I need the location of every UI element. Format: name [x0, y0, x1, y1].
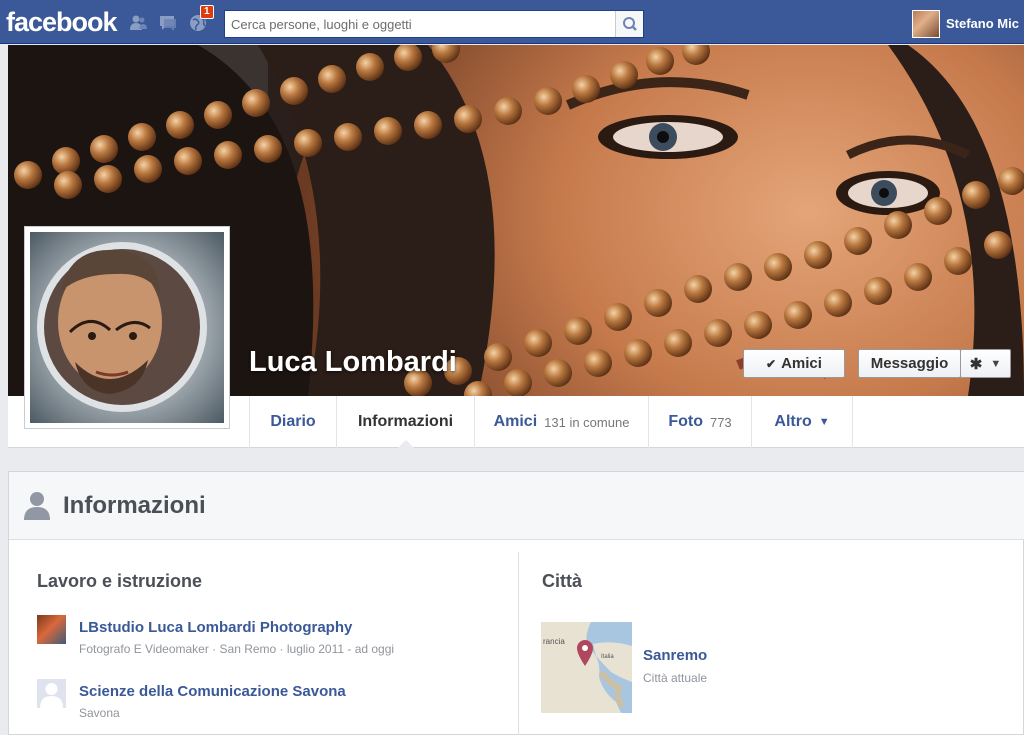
person-icon — [24, 492, 50, 520]
work-entry-detail: Fotografo E Videomaker · San Remo · lugl… — [79, 642, 395, 656]
profile-picture[interactable] — [24, 226, 230, 429]
search-icon — [623, 17, 637, 31]
friends-icon[interactable] — [128, 13, 148, 33]
info-header: Informazioni — [9, 472, 1024, 540]
work-entry-link[interactable]: LBstudio Luca Lombardi Photography — [79, 619, 352, 636]
tab-label: Amici — [493, 413, 538, 430]
active-tab-pointer — [397, 440, 415, 449]
education-thumbnail[interactable] — [37, 679, 66, 708]
search-button[interactable] — [615, 11, 643, 37]
tab-count: 773 — [709, 414, 732, 430]
city-link[interactable]: Sanremo — [643, 647, 707, 664]
user-avatar[interactable] — [912, 10, 940, 38]
chevron-down-icon: ▼ — [818, 416, 830, 428]
map-label: rancia — [543, 637, 565, 646]
top-bar: facebook 1 Stefano Mic — [0, 0, 1024, 44]
user-name-link[interactable]: Stefano Mic — [946, 16, 1019, 31]
check-icon: ✔ — [766, 356, 777, 371]
city-detail: Città attuale — [643, 671, 708, 685]
messages-icon[interactable] — [158, 13, 178, 33]
column-divider — [518, 552, 519, 735]
search-box — [224, 10, 644, 38]
tab-label: Informazioni — [357, 413, 454, 430]
tab-amici[interactable]: Amici 131 in comune — [474, 396, 648, 448]
person-icon — [40, 683, 63, 708]
profile-photo — [30, 232, 224, 423]
friends-button[interactable]: ✔ Amici — [743, 349, 845, 378]
info-panel: Informazioni Lavoro e istruzione LBstudi… — [8, 471, 1024, 735]
section-title: Informazioni — [63, 492, 206, 519]
city-map[interactable]: rancia Italia — [541, 622, 632, 713]
notification-badge[interactable]: 1 — [200, 5, 214, 19]
profile-name[interactable]: Luca Lombardi — [249, 346, 457, 379]
city-section-title: Città — [542, 571, 582, 591]
tab-label: Foto — [668, 413, 703, 430]
gear-icon: ✱ — [969, 355, 983, 373]
settings-dropdown-button[interactable]: ✱ ▼ — [960, 349, 1011, 378]
message-button[interactable]: Messaggio — [858, 349, 961, 378]
education-entry-link[interactable]: Scienze della Comunicazione Savona — [79, 683, 346, 700]
friends-button-label: Amici — [781, 355, 822, 372]
tab-label: Altro — [774, 413, 812, 430]
education-entry-detail: Savona — [79, 706, 120, 720]
tab-diario[interactable]: Diario — [249, 396, 336, 448]
search-input[interactable] — [225, 11, 615, 37]
map-label: Italia — [601, 654, 614, 660]
chevron-down-icon: ▼ — [990, 357, 1002, 370]
tab-altro[interactable]: Altro ▼ — [751, 396, 853, 448]
work-thumbnail[interactable] — [37, 615, 66, 644]
work-education-title: Lavoro e istruzione — [37, 571, 203, 591]
message-button-label: Messaggio — [870, 355, 949, 372]
tab-label: Diario — [270, 413, 316, 430]
tab-count: 131 in comune — [544, 414, 630, 430]
tab-foto[interactable]: Foto 773 — [648, 396, 751, 448]
facebook-logo[interactable]: facebook — [6, 7, 118, 38]
